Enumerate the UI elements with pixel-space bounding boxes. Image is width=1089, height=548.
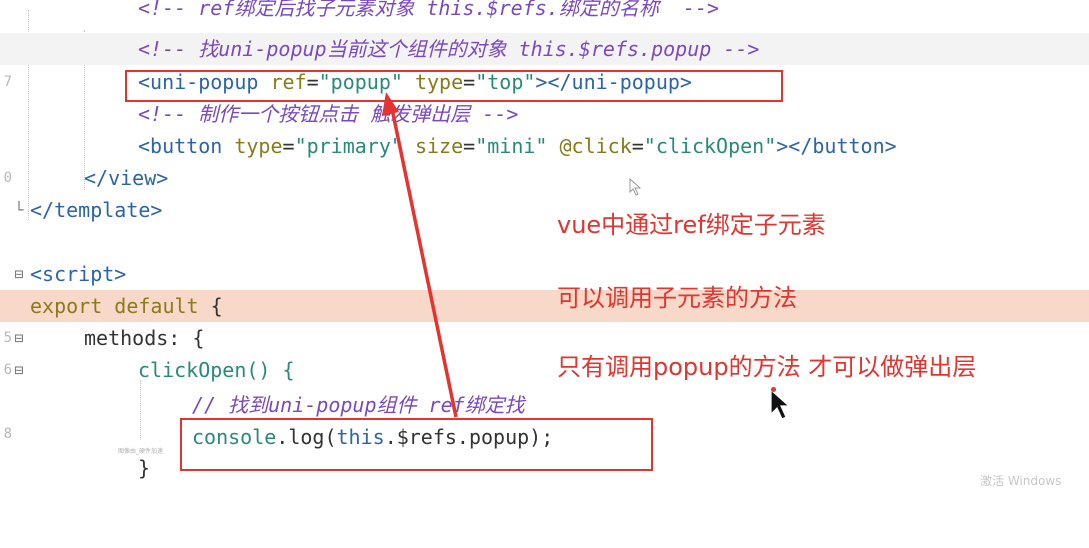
- code-line[interactable]: // 找到uni-popup组件 ref绑定找: [0, 389, 1089, 421]
- arrow-cursor-icon: [629, 178, 642, 196]
- comment-text: <!-- 制作一个按钮点击 触发弹出层 -->: [138, 102, 519, 126]
- code-line[interactable]: <button type="primary" size="mini" @clic…: [0, 130, 1089, 162]
- methods-declaration: methods: {: [84, 326, 205, 350]
- console-log-highlight-box: [180, 418, 653, 471]
- annotation-ref-binding: vue中通过ref绑定子元素: [557, 211, 826, 239]
- code-line[interactable]: <!-- ref绑定后找子元素对象 this.$refs.绑定的名称 -->: [0, 0, 1089, 24]
- windows-activation-watermark: 激活 Windows: [980, 474, 1062, 488]
- code-line[interactable]: </view>: [0, 162, 1089, 194]
- tiny-watermark: 图像由_硬件加速: [118, 448, 164, 455]
- uni-popup-highlight-box: [125, 70, 783, 102]
- code-editor[interactable]: 5 7 0 4 5 6 8 └ ⊟ ⊟ ⊟ ⊟ <!-- ref绑定后找子元素对…: [0, 0, 1089, 488]
- code-line-current[interactable]: export default {: [0, 290, 1089, 322]
- view-close-tag: </view>: [84, 166, 169, 190]
- code-line[interactable]: [0, 226, 1089, 258]
- script-open-tag: <script>: [30, 262, 127, 286]
- button-element: <button type="primary" size="mini" @clic…: [138, 134, 897, 158]
- click-open-method: clickOpen() {: [138, 358, 295, 382]
- pointer-dot: [771, 387, 776, 392]
- code-line[interactable]: </template>: [0, 194, 1089, 226]
- code-line[interactable]: <!-- 找uni-popup当前这个组件的对象 this.$refs.popu…: [0, 33, 1089, 65]
- annotation-call-methods: 可以调用子元素的方法: [557, 284, 797, 312]
- export-default-statement: export default {: [30, 294, 223, 318]
- closing-brace: }: [138, 456, 151, 480]
- comment-text: <!-- 找uni-popup当前这个组件的对象 this.$refs.popu…: [138, 37, 760, 61]
- code-line[interactable]: <script>: [0, 258, 1089, 290]
- comment-text: <!-- ref绑定后找子元素对象 this.$refs.绑定的名称 -->: [138, 0, 720, 20]
- comment-text: // 找到uni-popup组件 ref绑定找: [192, 393, 525, 417]
- code-line[interactable]: <!-- 制作一个按钮点击 触发弹出层 -->: [0, 98, 1089, 130]
- template-close-tag: </template>: [30, 198, 163, 222]
- arrow-cursor-icon: [770, 388, 791, 420]
- annotation-popup-method: 只有调用popup的方法 才可以做弹出层: [557, 353, 977, 381]
